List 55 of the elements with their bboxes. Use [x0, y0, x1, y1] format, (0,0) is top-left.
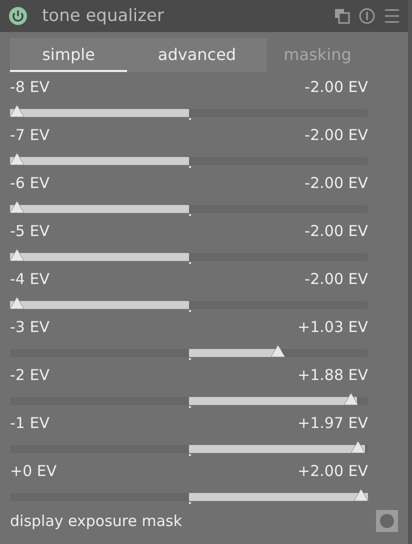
center-tick — [189, 358, 191, 360]
center-tick — [189, 118, 191, 120]
slider[interactable] — [10, 440, 368, 453]
slider[interactable] — [10, 296, 368, 309]
power-icon[interactable] — [8, 6, 28, 26]
center-tick — [189, 406, 191, 408]
slider-value: -2.00 EV — [304, 221, 368, 241]
slider[interactable] — [10, 200, 368, 213]
slider-thumb[interactable] — [270, 345, 285, 357]
slider-value: +1.03 EV — [298, 317, 368, 337]
slider-label: -8 EV — [10, 77, 50, 97]
slider-value: +1.88 EV — [298, 365, 368, 385]
slider-label: +0 EV — [10, 461, 57, 481]
slider[interactable] — [10, 248, 368, 261]
center-tick — [189, 454, 191, 456]
module-title: tone equalizer — [42, 6, 165, 26]
menu-icon[interactable] — [384, 8, 400, 24]
toggle-label: display exposure mask — [10, 512, 182, 530]
slider-value: +1.97 EV — [298, 413, 368, 433]
slider-label: -2 EV — [10, 365, 50, 385]
mask-toggle[interactable] — [376, 510, 398, 532]
reset-icon[interactable] — [359, 8, 375, 24]
tab[interactable]: advanced — [127, 38, 267, 72]
slider-thumb[interactable] — [10, 297, 24, 309]
center-tick — [189, 214, 191, 216]
slider[interactable] — [10, 152, 368, 165]
slider-value: -2.00 EV — [304, 125, 368, 145]
slider-label: -5 EV — [10, 221, 50, 241]
slider-value: -2.00 EV — [304, 269, 368, 289]
presets-icon[interactable] — [334, 8, 350, 24]
slider-thumb[interactable] — [10, 201, 24, 213]
slider-label: -7 EV — [10, 125, 50, 145]
slider[interactable] — [10, 488, 368, 501]
slider-value: -2.00 EV — [304, 77, 368, 97]
slider-thumb[interactable] — [10, 153, 24, 165]
center-tick — [189, 262, 191, 264]
slider-value: +2.00 EV — [298, 461, 368, 481]
slider-label: -4 EV — [10, 269, 50, 289]
slider-thumb[interactable] — [10, 105, 24, 117]
tab[interactable]: masking — [267, 38, 368, 72]
tab[interactable]: simple — [10, 38, 127, 72]
slider-label: -3 EV — [10, 317, 50, 337]
slider-label: -6 EV — [10, 173, 50, 193]
slider-thumb[interactable] — [354, 489, 368, 501]
center-tick — [189, 502, 191, 504]
slider[interactable] — [10, 344, 368, 357]
center-tick — [189, 310, 191, 312]
slider[interactable] — [10, 104, 368, 117]
slider-value: -2.00 EV — [304, 173, 368, 193]
slider-thumb[interactable] — [10, 249, 24, 261]
slider-thumb[interactable] — [344, 393, 358, 405]
center-tick — [189, 166, 191, 168]
slider-thumb[interactable] — [351, 441, 366, 453]
slider[interactable] — [10, 392, 368, 405]
slider-label: -1 EV — [10, 413, 50, 433]
